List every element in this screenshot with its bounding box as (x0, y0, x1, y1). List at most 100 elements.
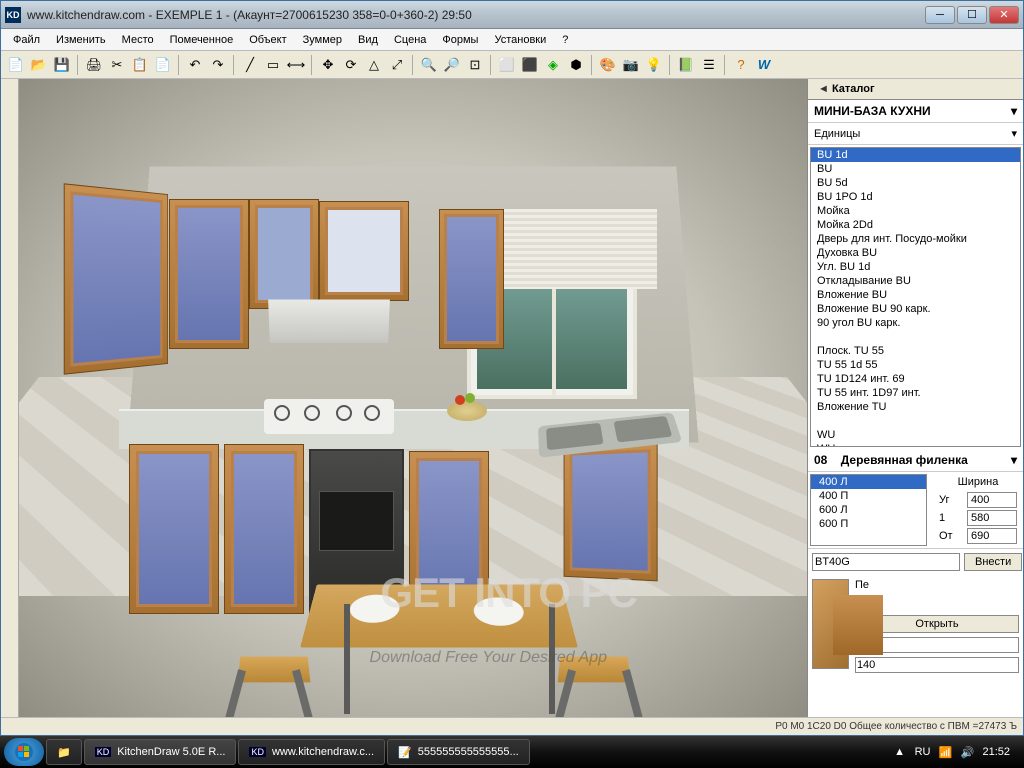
catalog-item[interactable]: Мойка (811, 204, 1020, 218)
light-icon[interactable]: 💡 (643, 54, 665, 76)
catalog-item[interactable]: Мойка 2Dd (811, 218, 1020, 232)
sound-icon[interactable]: 🔊 (960, 745, 974, 759)
close-button[interactable]: ✕ (989, 6, 1019, 24)
view-front-icon[interactable]: ⬛ (519, 54, 541, 76)
size-item[interactable]: 400 П (811, 489, 926, 503)
statusbar: P0 M0 1C20 D0 Общее количество с ПВМ =27… (1, 717, 1023, 735)
catalog-item-list[interactable]: BU 1dBUBU 5dBU 1PO 1dМойкаМойка 2DdДверь… (810, 147, 1021, 447)
camera-icon[interactable]: 📷 (620, 54, 642, 76)
catalog-item[interactable] (811, 414, 1020, 428)
render-icon[interactable]: 🎨 (597, 54, 619, 76)
size-list[interactable]: 400 Л400 П600 Л600 П (810, 474, 927, 546)
vertical-ruler[interactable] (1, 79, 19, 717)
rect-icon[interactable]: ▭ (262, 54, 284, 76)
size-item[interactable]: 600 П (811, 517, 926, 531)
menu-settings[interactable]: Установки (486, 31, 554, 49)
zoom-in-icon[interactable]: 🔍 (418, 54, 440, 76)
rotate-icon[interactable]: ⟳ (340, 54, 362, 76)
menu-help[interactable]: ? (554, 31, 576, 49)
dim-icon[interactable]: ⟷ (285, 54, 307, 76)
task-item-kitchendraw[interactable]: KD KitchenDraw 5.0E R... (84, 739, 237, 765)
catalog-item[interactable]: Вложение BU 90 карк. (811, 302, 1020, 316)
dim-one-input[interactable] (967, 510, 1017, 526)
copy-icon[interactable]: 📋 (129, 54, 151, 76)
catalog-item[interactable]: WU (811, 442, 1020, 447)
menu-place[interactable]: Место (114, 31, 162, 49)
catalog-item[interactable]: Вложение BU (811, 288, 1020, 302)
dim-ot-input[interactable] (967, 528, 1017, 544)
catalog-icon[interactable]: 📗 (675, 54, 697, 76)
titlebar[interactable]: KD www.kitchendraw.com - EXEMPLE 1 - (Ак… (1, 1, 1023, 29)
catalog-item[interactable]: Дверь для инт. Посудо-мойки (811, 232, 1020, 246)
zoom-out-icon[interactable]: 🔎 (441, 54, 463, 76)
catalog-item[interactable]: TU 55 инт. 1D97 инт. (811, 386, 1020, 400)
catalog-second-dropdown[interactable]: 08 Деревянная филенка▾ (808, 449, 1023, 472)
catalog-tab[interactable]: ◄ Каталог (808, 79, 1023, 100)
redo-icon[interactable]: ↷ (207, 54, 229, 76)
open-icon[interactable]: 📂 (28, 54, 50, 76)
paste-icon[interactable]: 📄 (152, 54, 174, 76)
catalog-item[interactable]: BU 1PO 1d (811, 190, 1020, 204)
catalog-units-dropdown[interactable]: Единицы▾ (808, 123, 1023, 145)
catalog-item[interactable]: Плоск. TU 55 (811, 344, 1020, 358)
menu-forms[interactable]: Формы (434, 31, 486, 49)
catalog-title-dropdown[interactable]: МИНИ-БАЗА КУХНИ▾ (808, 100, 1023, 123)
line-icon[interactable]: ╱ (239, 54, 261, 76)
catalog-item[interactable]: TU 1D124 инт. 69 (811, 372, 1020, 386)
view-persp-icon[interactable]: ⬢ (565, 54, 587, 76)
catalog-item[interactable]: BU 5d (811, 176, 1020, 190)
layers-icon[interactable]: ☰ (698, 54, 720, 76)
network-icon[interactable]: 📶 (938, 745, 952, 759)
menu-view[interactable]: Вид (350, 31, 386, 49)
lang-indicator[interactable]: RU (915, 746, 931, 758)
menu-file[interactable]: Файл (5, 31, 48, 49)
ref-input[interactable] (812, 553, 960, 571)
dim-ug-input[interactable] (967, 492, 1017, 508)
catalog-item[interactable]: WU (811, 428, 1020, 442)
help-icon[interactable]: ? (730, 54, 752, 76)
size-item[interactable]: 400 Л (811, 475, 926, 489)
catalog-item[interactable]: BU 1d (811, 148, 1020, 162)
zoom-fit-icon[interactable]: ⊡ (464, 54, 486, 76)
print-icon[interactable]: 🖨 (83, 54, 105, 76)
catalog-item[interactable]: Духовка BU (811, 246, 1020, 260)
3d-viewport[interactable]: GET INTO PC Download Free Your Desired A… (19, 79, 807, 717)
maximize-button[interactable]: ☐ (957, 6, 987, 24)
menu-scene[interactable]: Сцена (386, 31, 434, 49)
view-top-icon[interactable]: ⬜ (496, 54, 518, 76)
menu-marked[interactable]: Помеченное (162, 31, 242, 49)
cut-icon[interactable]: ✂ (106, 54, 128, 76)
menu-object[interactable]: Объект (241, 31, 294, 49)
catalog-item[interactable]: Вложение TU (811, 400, 1020, 414)
start-button[interactable] (4, 738, 44, 766)
mirror-icon[interactable]: △ (363, 54, 385, 76)
scale-icon[interactable]: ⤢ (386, 54, 408, 76)
catalog-item[interactable]: 90 угол BU карк. (811, 316, 1020, 330)
bottom-val-input[interactable] (855, 657, 1019, 673)
catalog-item[interactable]: Откладывание BU (811, 274, 1020, 288)
na-dropdown[interactable] (873, 637, 1019, 653)
task-item-explorer[interactable]: 📁 (46, 739, 82, 765)
view-3d-icon[interactable]: ◈ (542, 54, 564, 76)
undo-icon[interactable]: ↶ (184, 54, 206, 76)
menu-edit[interactable]: Изменить (48, 31, 114, 49)
catalog-item[interactable]: TU 55 1d 55 (811, 358, 1020, 372)
kd-icon: KD (249, 747, 266, 757)
web-icon[interactable]: W (753, 54, 775, 76)
insert-button[interactable]: Внести (964, 553, 1022, 571)
clock[interactable]: 21:52 (982, 746, 1010, 758)
catalog-item[interactable] (811, 330, 1020, 344)
menu-zoom[interactable]: Зуммер (295, 31, 350, 49)
new-icon[interactable]: 📄 (5, 54, 27, 76)
dim-one-label: 1 (939, 512, 963, 524)
tray-up-icon[interactable]: ▲ (893, 745, 907, 759)
catalog-item[interactable]: Угл. BU 1d (811, 260, 1020, 274)
catalog-item[interactable]: BU (811, 162, 1020, 176)
task-item-kitchendraw2[interactable]: KD www.kitchendraw.c... (238, 739, 385, 765)
size-item[interactable]: 600 Л (811, 503, 926, 517)
system-tray[interactable]: ▲ RU 📶 🔊 21:52 (883, 745, 1020, 759)
minimize-button[interactable]: ─ (925, 6, 955, 24)
move-icon[interactable]: ✥ (317, 54, 339, 76)
save-icon[interactable]: 💾 (51, 54, 73, 76)
task-item-doc[interactable]: 📝 555555555555555... (387, 739, 530, 765)
